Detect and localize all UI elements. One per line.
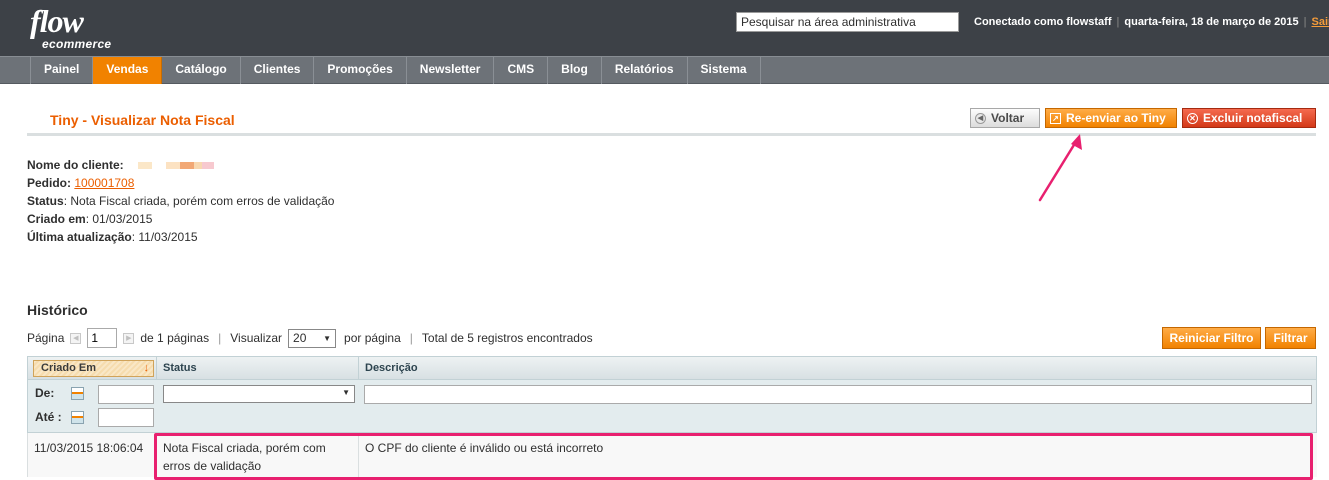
logo-main-text: flow — [30, 3, 84, 39]
chevron-down-icon: ▼ — [342, 388, 350, 397]
annotation-highlight-box — [154, 433, 1313, 480]
nav-item-vendas[interactable]: Vendas — [93, 57, 163, 84]
total-pages-text: de 1 páginas — [140, 331, 210, 345]
next-page-icon[interactable]: ▶ — [123, 332, 135, 344]
column-created: Criado Em ↓ — [28, 357, 157, 379]
back-arrow-icon: ◀ — [975, 112, 986, 124]
created-label: Criado em — [27, 212, 86, 226]
history-pager: Página ◀ ▶ de 1 páginas | Visualizar 20 … — [27, 328, 593, 348]
reset-filter-button[interactable]: Reiniciar Filtro — [1162, 327, 1261, 349]
column-description[interactable]: Descrição — [359, 357, 1316, 379]
updated-value: : 11/03/2015 — [131, 230, 198, 244]
delete-icon: ✕ — [1187, 112, 1198, 124]
nav-item-newsletter[interactable]: Newsletter — [407, 57, 495, 84]
logo-sub-text: ecommerce — [42, 37, 112, 51]
filter-button[interactable]: Filtrar — [1265, 327, 1316, 349]
invoice-info: Nome do cliente: Pedido: 100001708 Statu… — [27, 156, 334, 246]
nav-item-clientes[interactable]: Clientes — [241, 57, 315, 84]
page-label: Página — [27, 331, 65, 345]
nav-item-painel[interactable]: Painel — [31, 57, 94, 84]
filter-from-label: De: — [35, 386, 55, 400]
filter-status-select[interactable]: ▼ — [163, 385, 355, 403]
page-title: Tiny - Visualizar Nota Fiscal — [50, 112, 235, 128]
order-row: Pedido: 100001708 — [27, 174, 334, 192]
filter-to-date-input[interactable] — [98, 408, 154, 427]
prev-page-icon[interactable]: ◀ — [70, 332, 82, 344]
grid-header: Criado Em ↓ Status Descrição — [27, 356, 1317, 380]
resend-button-label: Re-enviar ao Tiny — [1066, 111, 1166, 125]
filter-description-input[interactable] — [364, 385, 1312, 404]
row-created-cell: 11/03/2015 18:06:04 — [28, 433, 157, 477]
nav-item-sistema[interactable]: Sistema — [688, 57, 761, 84]
nav-item-blog[interactable]: Blog — [548, 57, 602, 84]
sort-down-arrow-icon: ↓ — [143, 362, 150, 374]
calendar-icon[interactable] — [71, 411, 84, 424]
global-search-input[interactable] — [736, 12, 959, 32]
grid-filter-row: De: Até : ▼ — [27, 380, 1317, 433]
history-title: Histórico — [27, 302, 88, 318]
flow-ecommerce-logo[interactable]: flow ecommerce — [30, 3, 111, 51]
nav-item-cms[interactable]: CMS — [494, 57, 549, 84]
status-label: Status — [27, 194, 64, 208]
connected-as-text: Conectado como flowstaff — [974, 16, 1112, 28]
filter-to-label: Até : — [35, 410, 62, 424]
order-link[interactable]: 100001708 — [74, 176, 134, 190]
customer-name-label: Nome do cliente: — [27, 158, 124, 172]
nav-item-relatorios[interactable]: Relatórios — [602, 57, 688, 84]
column-status[interactable]: Status — [157, 357, 359, 379]
delete-invoice-button[interactable]: ✕ Excluir notafiscal — [1182, 108, 1316, 128]
main-navigation: Painel Vendas Catálogo Clientes Promoçõe… — [0, 56, 1329, 84]
updated-label: Última atualização — [27, 230, 132, 244]
logout-link[interactable]: Sair — [1311, 16, 1329, 28]
header-user-info: Conectado como flowstaff | quarta-feira, 1… — [974, 16, 1329, 28]
updated-row: Última atualização: 11/03/2015 — [27, 228, 334, 246]
annotation-arrow-icon — [1038, 134, 1082, 202]
title-divider — [27, 133, 1316, 136]
nav-item-promocoes[interactable]: Promoções — [314, 57, 407, 84]
current-date: quarta-feira, 18 de março de 2015 — [1124, 16, 1299, 28]
per-page-value: 20 — [293, 331, 307, 345]
redacted-customer-name — [137, 162, 214, 170]
filter-from-date-input[interactable] — [98, 385, 154, 404]
nav-item-catalogo[interactable]: Catálogo — [162, 57, 241, 84]
admin-header: flow ecommerce Conectado como flowstaff|… — [0, 0, 1329, 56]
per-page-select[interactable]: 20 ▼ — [288, 328, 337, 348]
view-label: Visualizar — [230, 331, 283, 345]
column-created-label: Criado Em — [41, 362, 97, 374]
back-button-label: Voltar — [991, 111, 1025, 125]
back-button[interactable]: ◀ Voltar — [970, 108, 1040, 128]
total-records-text: Total de 5 registros encontrados — [421, 331, 593, 345]
delete-button-label: Excluir notafiscal — [1203, 111, 1303, 125]
sort-created-header[interactable]: Criado Em ↓ — [33, 360, 154, 377]
resend-icon: ↗ — [1050, 112, 1061, 124]
resend-to-tiny-button[interactable]: ↗ Re-enviar ao Tiny — [1045, 108, 1177, 128]
status-value: : Nota Fiscal criada, porém com erros de… — [63, 194, 335, 208]
order-label: Pedido: — [27, 176, 71, 190]
customer-name-row: Nome do cliente: — [27, 156, 334, 174]
per-page-label: por página — [344, 331, 401, 345]
page-number-input[interactable] — [87, 328, 118, 348]
status-row: Status: Nota Fiscal criada, porém com er… — [27, 192, 334, 210]
created-row: Criado em: 01/03/2015 — [27, 210, 334, 228]
calendar-icon[interactable] — [71, 387, 84, 400]
created-value: : 01/03/2015 — [85, 212, 153, 226]
chevron-down-icon: ▼ — [323, 333, 332, 343]
